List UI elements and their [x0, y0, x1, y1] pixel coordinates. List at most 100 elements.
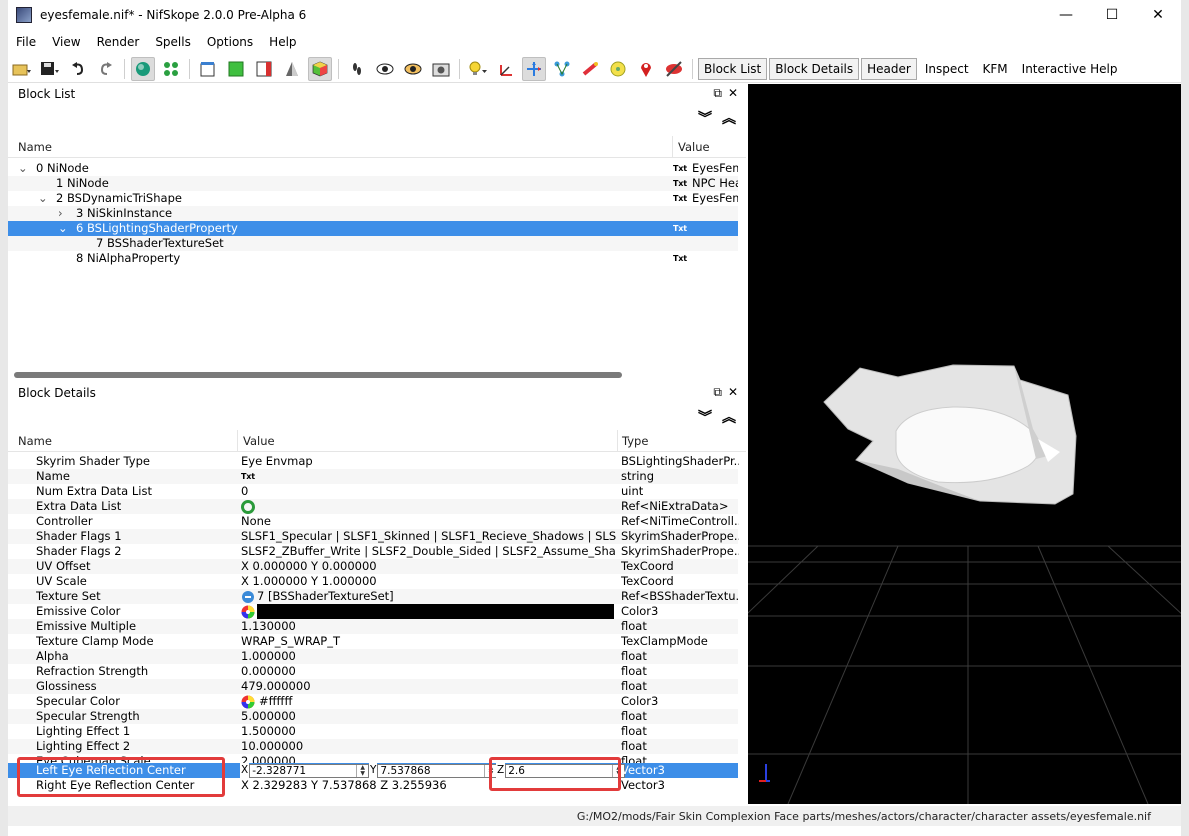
undock-icon[interactable]: ⧉: [713, 86, 722, 100]
redo-icon[interactable]: [94, 57, 118, 81]
tab-block-details[interactable]: Block Details: [769, 57, 860, 80]
eye-icon[interactable]: [373, 57, 397, 81]
details-row[interactable]: Shader Flags 2 SLSF2_ZBuffer_Write | SLSF…: [8, 544, 739, 559]
nodes-icon[interactable]: [550, 57, 574, 81]
tree-row[interactable]: 1 NiNode Txt NPC Hea: [8, 176, 738, 191]
collapse-all-icon[interactable]: ︾: [698, 108, 712, 128]
expand-all-icon[interactable]: ︽: [722, 108, 736, 128]
details-row[interactable]: Lighting Effect 1 1.500000 float: [8, 724, 738, 739]
details-row[interactable]: Specular Color #ffffff Color3: [8, 694, 738, 709]
tree-row[interactable]: 7 BSShaderTextureSet: [8, 236, 738, 251]
text-badge-icon[interactable]: Txt: [241, 469, 616, 484]
transform-icon[interactable]: [522, 56, 546, 81]
tab-inspect[interactable]: Inspect: [919, 58, 975, 80]
expand-all-icon[interactable]: ︽: [722, 407, 736, 427]
field-value[interactable]: SLSF1_Specular | SLSF1_Skinned | SLSF1_R…: [241, 529, 616, 544]
chevron-down-icon[interactable]: ⌄: [38, 191, 48, 206]
details-row[interactable]: Controller None Ref<NiTimeControll...: [8, 514, 739, 529]
chevron-down-icon[interactable]: ⌄: [18, 161, 28, 176]
details-row[interactable]: Name Txt string: [8, 469, 738, 484]
column-value[interactable]: Value: [678, 140, 710, 154]
tree-row[interactable]: › 3 NiSkinInstance: [8, 206, 738, 221]
chevron-right-icon[interactable]: ›: [58, 206, 63, 221]
details-row[interactable]: Texture Set 7 [BSShaderTextureSet] Ref<BSS…: [8, 589, 739, 604]
tree-row[interactable]: ⌄ 2 BSDynamicTriShape Txt EyesFem: [8, 191, 738, 206]
field-value[interactable]: 1.130000: [241, 619, 616, 634]
minimize-button[interactable]: —: [1043, 0, 1089, 30]
details-row[interactable]: Num Extra Data List 0 uint: [8, 484, 738, 499]
field-value[interactable]: 1.500000: [241, 724, 616, 739]
column-value[interactable]: Value: [243, 434, 275, 448]
details-row[interactable]: Emissive Color Color3: [8, 604, 738, 619]
field-value[interactable]: #ffffff: [259, 694, 616, 709]
chevron-down-icon[interactable]: ⌄: [58, 221, 68, 236]
view-walk-icon[interactable]: [280, 57, 304, 81]
field-value[interactable]: 0: [241, 484, 616, 499]
field-value[interactable]: SLSF2_ZBuffer_Write | SLSF2_Double_Sided…: [241, 544, 616, 559]
tab-header[interactable]: Header: [861, 57, 917, 80]
screenshot-icon[interactable]: [429, 57, 453, 81]
tree-row[interactable]: 8 NiAlphaProperty Txt: [8, 251, 738, 266]
light-icon[interactable]: [466, 57, 490, 81]
y-field-input[interactable]: 7.537868 ▲ ▼: [377, 763, 498, 778]
constraint-icon[interactable]: [578, 57, 602, 81]
tree-row[interactable]: ⌄ 0 NiNode Txt EyesFem: [8, 161, 738, 176]
x-field-spinner-icon[interactable]: ▲ ▼: [356, 764, 368, 777]
field-value[interactable]: X 1.000000 Y 1.000000: [241, 574, 616, 589]
details-row[interactable]: Skyrim Shader Type Eye Envmap BSLightingSh…: [8, 454, 739, 469]
details-row[interactable]: Glossiness 479.000000 float: [8, 679, 738, 694]
view-user-icon[interactable]: [308, 56, 332, 81]
collapse-all-icon[interactable]: ︾: [698, 407, 712, 427]
details-row[interactable]: UV Scale X 1.000000 Y 1.000000 TexCoord: [8, 574, 738, 589]
details-row[interactable]: Extra Data List Ref<NiExtraData>: [8, 499, 738, 514]
close-icon[interactable]: ✕: [728, 385, 738, 399]
x-field-input[interactable]: -2.328771 ▲ ▼: [249, 763, 370, 778]
undock-icon[interactable]: ⧉: [713, 385, 722, 399]
menu-help[interactable]: Help: [261, 35, 304, 49]
tab-kfm[interactable]: KFM: [977, 58, 1014, 80]
field-value[interactable]: 7 [BSShaderTextureSet]: [257, 589, 616, 604]
details-row[interactable]: Alpha 1.000000 float: [8, 649, 738, 664]
close-icon[interactable]: ✕: [728, 86, 738, 100]
menu-render[interactable]: Render: [89, 35, 148, 49]
details-row[interactable]: Refraction Strength 0.000000 float: [8, 664, 738, 679]
pin-icon[interactable]: [634, 57, 658, 81]
view-front-icon[interactable]: [224, 57, 248, 81]
details-row[interactable]: Emissive Multiple 1.130000 float: [8, 619, 738, 634]
details-row[interactable]: Shader Flags 1 SLSF1_Specular | SLSF1_Ski…: [8, 529, 739, 544]
view-top-icon[interactable]: [196, 57, 220, 81]
marker-icon[interactable]: [606, 57, 630, 81]
field-value[interactable]: X 0.000000 Y 0.000000: [241, 559, 616, 574]
color-swatch[interactable]: [257, 604, 614, 619]
field-value[interactable]: 5.000000: [241, 709, 616, 724]
footprint-icon[interactable]: [345, 57, 369, 81]
column-name[interactable]: Name: [18, 434, 52, 448]
block-list-hscroll[interactable]: [14, 372, 622, 378]
field-value[interactable]: 1.000000: [241, 649, 616, 664]
tree-row[interactable]: ⌄ 6 BSLightingShaderProperty Txt: [8, 221, 738, 236]
open-icon[interactable]: [10, 57, 34, 81]
menu-spells[interactable]: Spells: [147, 35, 199, 49]
select-icon[interactable]: [131, 56, 155, 81]
details-row[interactable]: Lighting Effect 2 10.000000 float: [8, 739, 738, 754]
details-row[interactable]: Specular Strength 5.000000 float: [8, 709, 738, 724]
field-value[interactable]: 479.000000: [241, 679, 616, 694]
field-value[interactable]: 10.000000: [241, 739, 616, 754]
details-row[interactable]: UV Offset X 0.000000 Y 0.000000 TexCoord: [8, 559, 738, 574]
tab-interactive-help[interactable]: Interactive Help: [1016, 58, 1124, 80]
eye-texture-icon[interactable]: [401, 57, 425, 81]
undo-icon[interactable]: [66, 57, 90, 81]
field-value[interactable]: Eye Envmap: [241, 454, 616, 469]
menu-view[interactable]: View: [44, 35, 88, 49]
field-value[interactable]: None: [241, 514, 616, 529]
column-type[interactable]: Type: [622, 434, 648, 448]
field-value[interactable]: WRAP_S_WRAP_T: [241, 634, 616, 649]
menu-file[interactable]: File: [8, 35, 44, 49]
menu-options[interactable]: Options: [199, 35, 261, 49]
hide-icon[interactable]: [662, 57, 686, 81]
tab-block-list[interactable]: Block List: [698, 57, 768, 80]
view-side-icon[interactable]: [252, 57, 276, 81]
column-name[interactable]: Name: [18, 140, 52, 154]
field-value[interactable]: 0.000000: [241, 664, 616, 679]
close-window-button[interactable]: ✕: [1135, 0, 1181, 30]
